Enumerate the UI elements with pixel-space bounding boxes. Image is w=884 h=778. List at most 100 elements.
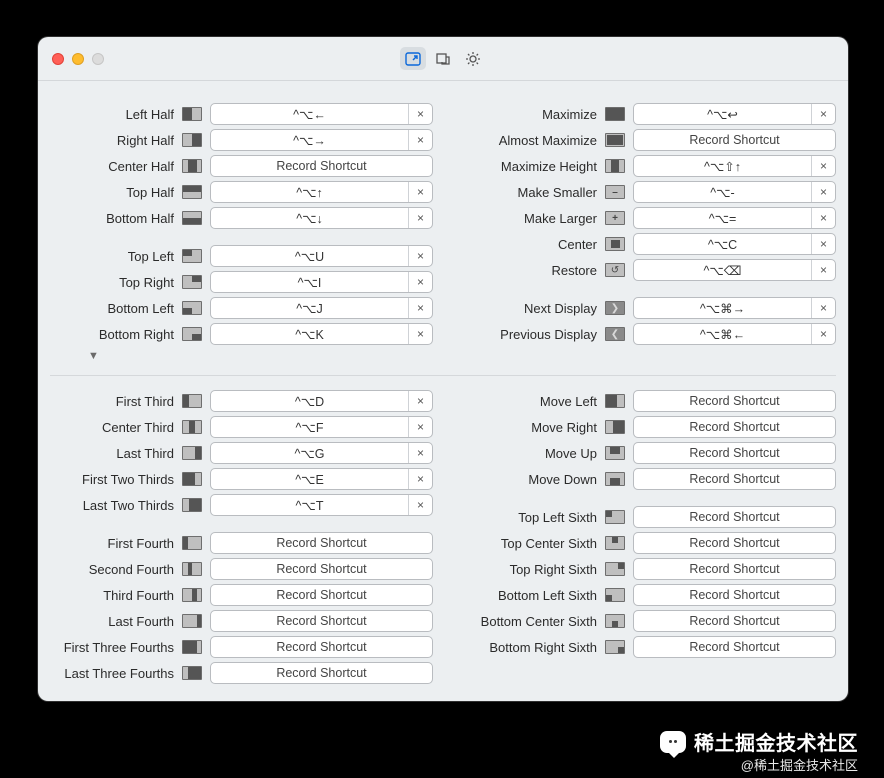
smaller-icon: –	[603, 183, 627, 201]
shortcut-row: First Three FourthsRecord Shortcut	[50, 634, 433, 660]
shortcut-field[interactable]: ^⌥E×	[210, 468, 433, 490]
clear-shortcut-button[interactable]: ×	[408, 391, 432, 411]
clear-shortcut-button[interactable]: ×	[408, 443, 432, 463]
clear-shortcut-button[interactable]: ×	[811, 298, 835, 318]
shortcut-field[interactable]: ^⌥G×	[210, 442, 433, 464]
shortcut-field[interactable]: ^⌥↩×	[633, 103, 836, 125]
right-half-icon	[180, 131, 204, 149]
clear-shortcut-button[interactable]: ×	[811, 324, 835, 344]
shortcut-field[interactable]: Record Shortcut	[210, 558, 433, 580]
minimize-window[interactable]	[72, 53, 84, 65]
shortcut-field[interactable]: Record Shortcut	[633, 506, 836, 528]
clear-shortcut-button[interactable]: ×	[811, 104, 835, 124]
tab-shortcuts[interactable]	[400, 47, 426, 70]
shortcut-field[interactable]: Record Shortcut	[633, 416, 836, 438]
shortcut-row: Bottom Center SixthRecord Shortcut	[453, 608, 836, 634]
clear-shortcut-button[interactable]: ×	[408, 324, 432, 344]
clear-shortcut-button[interactable]: ×	[811, 208, 835, 228]
max-height-icon	[603, 157, 627, 175]
shortcut-field[interactable]: Record Shortcut	[633, 468, 836, 490]
third-1-icon	[180, 392, 204, 410]
top-half-icon	[180, 183, 204, 201]
shortcut-field[interactable]: Record Shortcut	[633, 390, 836, 412]
disclosure-toggle[interactable]: ▼	[88, 347, 836, 365]
shortcut-field[interactable]: Record Shortcut	[633, 532, 836, 554]
tab-settings[interactable]	[460, 47, 486, 70]
next-display-icon: ❯	[603, 299, 627, 317]
shortcut-value: Record Shortcut	[634, 533, 835, 553]
shortcut-value: ^⌥E	[211, 469, 408, 489]
shortcut-field[interactable]: ^⌥→×	[210, 129, 433, 151]
shortcut-field[interactable]: ^⌥←×	[210, 103, 433, 125]
shortcut-field[interactable]: ^⌥T×	[210, 494, 433, 516]
watermark-name: 稀土掘金技术社区	[694, 727, 858, 756]
clear-shortcut-button[interactable]: ×	[408, 272, 432, 292]
shortcut-field[interactable]: ^⌥F×	[210, 416, 433, 438]
shortcut-field[interactable]: Record Shortcut	[633, 558, 836, 580]
shortcut-value: ^⌥↓	[211, 208, 408, 228]
shortcut-field[interactable]: Record Shortcut	[210, 662, 433, 684]
action-label: First Fourth	[50, 536, 180, 551]
window-controls	[52, 37, 104, 80]
shortcut-value: Record Shortcut	[211, 559, 432, 579]
clear-shortcut-button[interactable]: ×	[408, 104, 432, 124]
shortcut-row: Restore↺^⌥⌫×	[453, 257, 836, 283]
shortcut-value: ^⌥↑	[211, 182, 408, 202]
prev-display-icon: ❮	[603, 325, 627, 343]
shortcut-field[interactable]: ^⌥D×	[210, 390, 433, 412]
action-label: Right Half	[50, 133, 180, 148]
clear-shortcut-button[interactable]: ×	[408, 208, 432, 228]
shortcut-field[interactable]: ^⌥↑×	[210, 181, 433, 203]
shortcut-value: ^⌥⌫	[634, 260, 811, 280]
zoom-window[interactable]	[92, 53, 104, 65]
clear-shortcut-button[interactable]: ×	[811, 156, 835, 176]
tab-snapping[interactable]	[430, 47, 456, 70]
shortcut-value: ^⌥→	[211, 130, 408, 150]
shortcut-field[interactable]: Record Shortcut	[210, 532, 433, 554]
almost-max-icon	[603, 131, 627, 149]
six-bc-icon	[603, 612, 627, 630]
shortcut-field[interactable]: ^⌥⌘→×	[633, 297, 836, 319]
clear-shortcut-button[interactable]: ×	[408, 417, 432, 437]
clear-shortcut-button[interactable]: ×	[811, 260, 835, 280]
shortcut-field[interactable]: ^⌥C×	[633, 233, 836, 255]
shortcut-field[interactable]: Record Shortcut	[633, 584, 836, 606]
shortcut-row: Previous Display❮^⌥⌘←×	[453, 321, 836, 347]
shortcut-row: Left Half^⌥←×	[50, 101, 433, 127]
shortcut-row: Next Display❯^⌥⌘→×	[453, 295, 836, 321]
shortcut-field[interactable]: Record Shortcut	[633, 442, 836, 464]
shortcut-field[interactable]: ^⌥J×	[210, 297, 433, 319]
clear-shortcut-button[interactable]: ×	[408, 182, 432, 202]
clear-shortcut-button[interactable]: ×	[408, 495, 432, 515]
shortcut-field[interactable]: Record Shortcut	[210, 610, 433, 632]
shortcut-field[interactable]: ^⌥-×	[633, 181, 836, 203]
clear-shortcut-button[interactable]: ×	[408, 298, 432, 318]
action-label: Last Fourth	[50, 614, 180, 629]
shortcut-row: First Third^⌥D×	[50, 388, 433, 414]
shortcut-value: ^⌥=	[634, 208, 811, 228]
shortcut-field[interactable]: ^⌥K×	[210, 323, 433, 345]
shortcut-field[interactable]: Record Shortcut	[210, 636, 433, 658]
action-label: Move Up	[453, 446, 603, 461]
shortcut-field[interactable]: Record Shortcut	[633, 610, 836, 632]
shortcut-field[interactable]: Record Shortcut	[633, 636, 836, 658]
close-window[interactable]	[52, 53, 64, 65]
shortcut-field[interactable]: ^⌥↓×	[210, 207, 433, 229]
clear-shortcut-button[interactable]: ×	[811, 234, 835, 254]
shortcut-value: Record Shortcut	[634, 469, 835, 489]
shortcut-value: Record Shortcut	[211, 156, 432, 176]
shortcut-field[interactable]: ^⌥⇧↑×	[633, 155, 836, 177]
shortcut-field[interactable]: ^⌥U×	[210, 245, 433, 267]
shortcut-field[interactable]: ^⌥⌘←×	[633, 323, 836, 345]
shortcut-field[interactable]: ^⌥⌫×	[633, 259, 836, 281]
clear-shortcut-button[interactable]: ×	[408, 246, 432, 266]
shortcut-field[interactable]: ^⌥I×	[210, 271, 433, 293]
clear-shortcut-button[interactable]: ×	[408, 130, 432, 150]
clear-shortcut-button[interactable]: ×	[811, 182, 835, 202]
shortcut-field[interactable]: Record Shortcut	[633, 129, 836, 151]
shortcut-field[interactable]: Record Shortcut	[210, 584, 433, 606]
action-label: Bottom Right Sixth	[453, 640, 603, 655]
clear-shortcut-button[interactable]: ×	[408, 469, 432, 489]
shortcut-field[interactable]: Record Shortcut	[210, 155, 433, 177]
shortcut-field[interactable]: ^⌥=×	[633, 207, 836, 229]
